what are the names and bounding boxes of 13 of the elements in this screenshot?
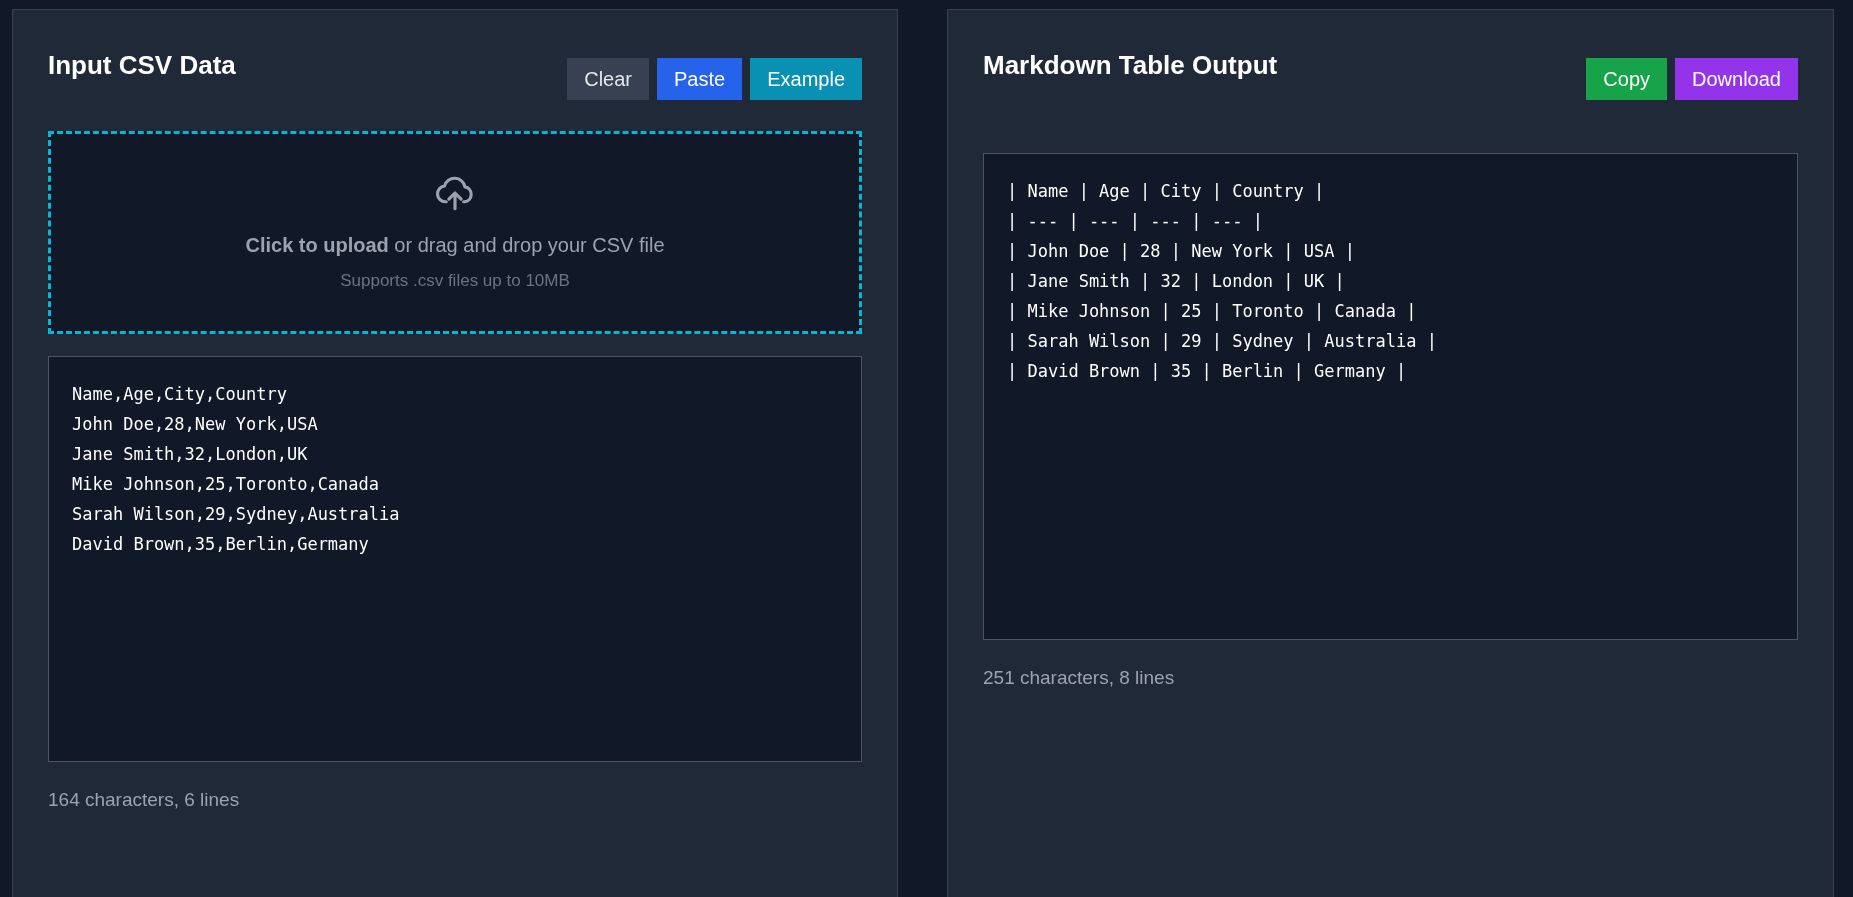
- markdown-output-field[interactable]: | Name | Age | City | Country | | --- | --- | --- | --- | | John Doe | 28 | New York | USA | | Jane Smith | 32 | London | UK | | Mike Johnson | 25 | Toronto | Canada | | Sarah Wilson | 29 | Sydney | Australia | | David Brown | 35 | Berlin | Germany |: [983, 153, 1798, 640]
- action-button[interactable]: Example: [750, 58, 862, 100]
- upload-hint: Supports .csv files up to 10MB: [340, 269, 570, 292]
- upload-dropzone[interactable]: Click to upload or drag and drop your CSV file Supports .csv files up to 10MB: [48, 131, 862, 334]
- action-button[interactable]: Paste: [657, 58, 743, 100]
- panel-title: Input CSV Data: [48, 50, 236, 82]
- character-count: 164 characters, 6 lines: [48, 788, 241, 812]
- action-button[interactable]: Clear: [567, 58, 650, 100]
- character-count: 251 characters, 8 lines: [983, 666, 1176, 690]
- panel-title: Markdown Table Output: [983, 50, 1278, 82]
- upload-prompt: Click to upload or drag and drop your CSV file: [245, 232, 665, 258]
- csv-input-field[interactable]: Name,Age,City,Country John Doe,28,New York,USA Jane Smith,32,London,UK Mike Johnson,25,Toronto,Canada Sarah Wilson,29,Sydney,Australia David Brown,35,Berlin,Germany: [48, 356, 862, 762]
- action-button[interactable]: Download: [1675, 58, 1798, 100]
